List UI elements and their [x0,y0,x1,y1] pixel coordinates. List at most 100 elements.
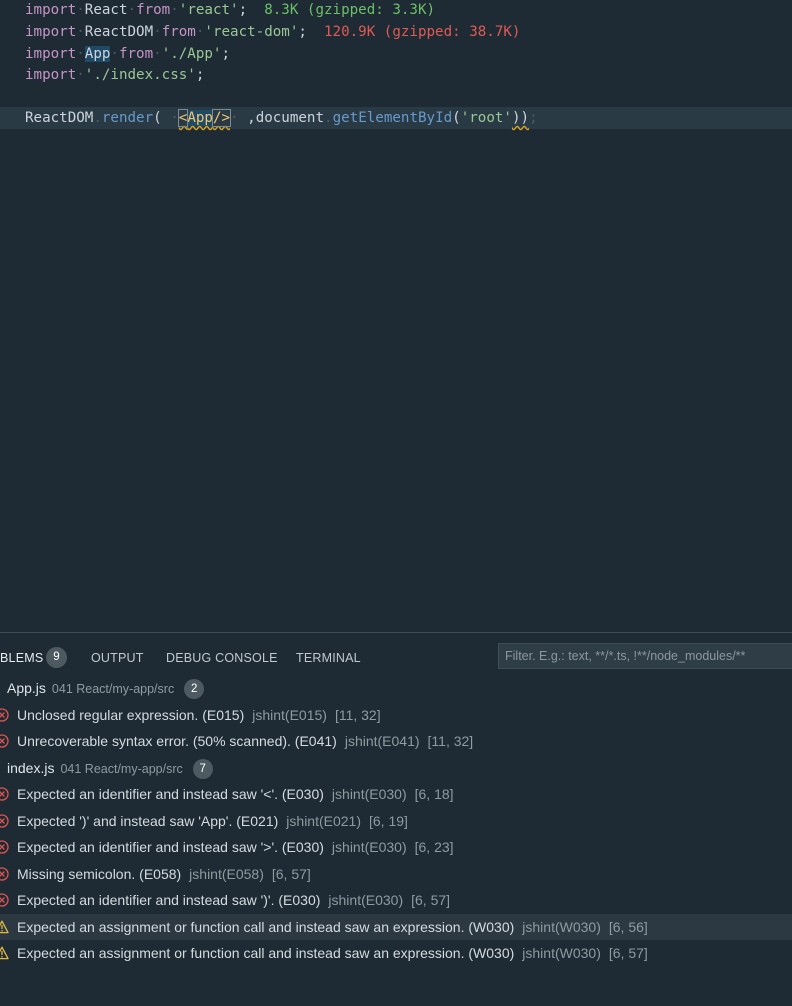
problem-location: [11, 32] [427,733,474,749]
warning-icon [0,946,9,960]
code-line-6[interactable]: ReactDOM.render( ·<App/>· ,document.getE… [25,107,538,129]
error-icon [0,840,9,854]
problem-source: jshint(E030) [331,839,407,855]
error-icon [0,707,9,722]
code-line-1[interactable]: import·React·from·'react'; 8.3K (gzipped… [25,0,435,21]
module-string: './index.css' [84,67,196,83]
problem-location: [6, 18] [414,786,454,802]
paren-close: )) [511,110,530,126]
keyword-import: import [25,24,77,40]
problem-location: [11, 32] [334,706,381,723]
document-identifier: document [255,110,325,126]
error-problem-row[interactable]: Missing semicolon. (E058) jshint(E058) [6,… [0,861,792,887]
jsx-tag-close: /> [211,109,232,127]
warning-problem-row[interactable]: Expected an assignment or function call … [0,913,792,940]
code-line-4[interactable]: import·'./index.css'; [25,64,204,86]
problem-detail: Unrecoverable syntax error. (50% scanned… [17,728,473,754]
root-string: 'root' [460,110,512,126]
code-editor[interactable]: import·React·from·'react'; 8.3K (gzipped… [0,0,792,632]
import-name: App [84,46,111,62]
file-path: 041 React/my-app/src [51,682,175,696]
problem-detail: Expected an identifier and instead saw '… [17,834,454,860]
module-string: './App' [161,46,222,62]
error-problem-row[interactable]: Expected an identifier and instead saw '… [0,834,792,860]
import-size-annotation: 8.3K (gzipped: 3.3K) [264,2,436,18]
error-icon [0,893,9,907]
problem-message: Expected an identifier and instead saw '… [17,892,321,908]
get-element-by-id-method: getElementById [332,110,453,126]
tab-problems-label: BLEMS [0,651,44,665]
problem-source: jshint(E041) [344,733,420,749]
problem-message: Expected an assignment or function call … [17,945,515,961]
problem-message: Expected ')' and instead saw 'App'. (E02… [17,812,279,829]
problem-source: jshint(E021) [286,812,361,829]
comma: , [247,110,256,126]
file-group-row[interactable]: index.js 041 React/my-app/src 7 [0,755,792,781]
keyword-from: from [161,24,196,40]
semicolon: ; [221,46,231,62]
code-line-3[interactable]: import·App·from·'./App'; [25,43,230,65]
error-problem-row[interactable]: Expected an identifier and instead saw '… [0,781,792,807]
problem-message: Missing semicolon. (E058) [17,865,182,882]
problems-filter-input[interactable]: Filter. E.g.: text, **/*.ts, !**/node_mo… [498,643,792,669]
problem-source: jshint(W030) [522,918,601,935]
file-name: index.js [7,759,55,776]
problem-detail: Missing semicolon. (E058) jshint(E058) [6,… [17,861,311,887]
paren-open: ( [452,110,461,126]
keyword-import: import [25,46,77,62]
error-problem-row[interactable]: Unclosed regular expression. (E015) jshin… [0,702,792,728]
reactdom-identifier: ReactDOM [25,110,94,126]
problems-panel: BLEMS 9 OUTPUT DEBUG CONSOLE TERMINAL Fi… [0,632,792,1006]
file-path: 041 React/my-app/src [60,761,183,776]
file-group-header: index.js 041 React/my-app/src 7 [7,755,213,782]
warning-icon [0,920,9,933]
error-problem-row[interactable]: Unrecoverable syntax error. (50% scanned… [0,728,792,754]
file-problem-count-badge: 2 [184,679,205,700]
jsx-tag-name: App [187,110,213,126]
problem-source: jshint(E015) [252,706,327,723]
tab-output[interactable]: OUTPUT [91,649,144,667]
error-icon [0,734,9,748]
problem-location: [6, 23] [414,839,454,855]
file-group-header: App.js 041 React/my-app/src 2 [7,675,205,702]
keyword-import: import [25,67,77,83]
error-problem-row[interactable]: Expected ')' and instead saw 'App'. (E02… [0,808,792,834]
keyword-import: import [25,2,77,18]
code-line-2[interactable]: import·ReactDOM·from·'react-dom'; 120.9K… [25,21,520,43]
problem-location: [6, 57] [411,892,451,908]
error-icon [0,787,9,801]
warning-problem-row[interactable]: Expected an assignment or function call … [0,940,792,966]
module-string: 'react-dom' [204,24,299,40]
import-size-annotation: 120.9K (gzipped: 38.7K) [324,24,521,40]
import-name: ReactDOM [84,24,154,40]
dot: . [324,110,333,126]
problem-source: jshint(E058) [189,865,264,882]
semicolon: ; [195,67,205,83]
problem-location: [6, 57] [608,945,648,961]
tab-terminal[interactable]: TERMINAL [296,649,361,667]
problem-detail: Expected an assignment or function call … [17,940,648,966]
problem-detail: Unclosed regular expression. (E015) jshin… [17,702,381,728]
problem-message: Unrecoverable syntax error. (50% scanned… [17,733,337,749]
file-group-row[interactable]: App.js 041 React/my-app/src 2 [0,675,792,701]
error-problem-row[interactable]: Expected an identifier and instead saw '… [0,887,792,913]
problem-source: jshint(W030) [522,945,601,961]
semicolon: ; [238,2,248,18]
keyword-from: from [136,2,171,18]
problems-count-badge: 9 [46,647,67,668]
tab-problems[interactable]: BLEMS [0,649,43,667]
problem-message: Unclosed regular expression. (E015) [17,706,245,723]
file-name: App.js [7,680,46,696]
problem-location: [6, 57] [271,865,311,882]
problem-source: jshint(E030) [328,892,404,908]
file-problem-count-badge: 7 [192,758,213,779]
error-icon [0,866,9,881]
problem-source: jshint(E030) [331,786,407,802]
module-string: 'react' [178,2,239,18]
keyword-from: from [118,46,154,62]
problem-message: Expected an assignment or function call … [17,918,515,935]
tab-debug-console[interactable]: DEBUG CONSOLE [166,649,278,667]
problem-detail: Expected ')' and instead saw 'App'. (E02… [17,808,408,834]
import-name: React [84,2,128,18]
problem-detail: Expected an assignment or function call … [17,914,648,940]
